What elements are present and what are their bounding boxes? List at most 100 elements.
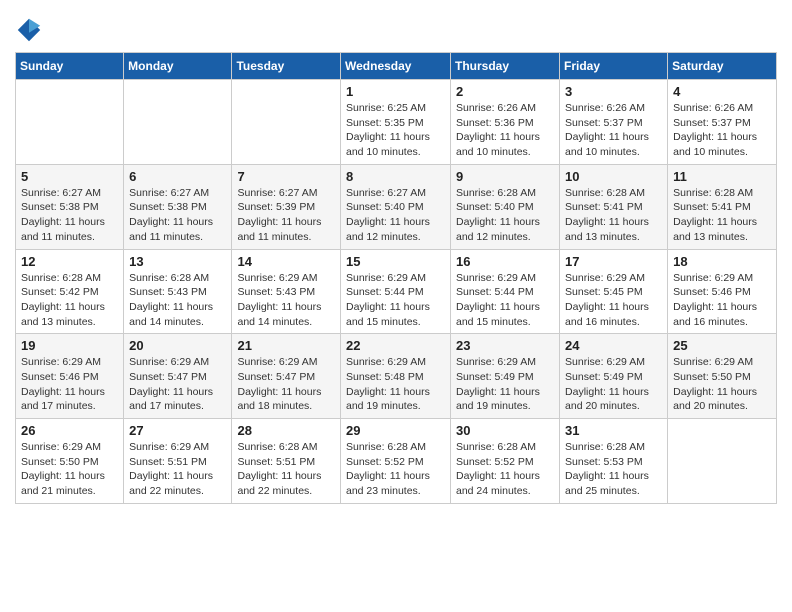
- day-number: 27: [129, 423, 226, 438]
- day-cell: 14Sunrise: 6:29 AMSunset: 5:43 PMDayligh…: [232, 249, 341, 334]
- day-info: Sunrise: 6:27 AMSunset: 5:38 PMDaylight:…: [129, 186, 226, 245]
- day-cell: 4 Sunrise: 6:26 AMSunset: 5:37 PMDaylight…: [668, 80, 777, 165]
- day-info: Sunrise: 6:29 AMSunset: 5:49 PMDaylight:…: [456, 355, 554, 414]
- day-info: Sunrise: 6:29 AMSunset: 5:50 PMDaylight:…: [673, 355, 771, 414]
- day-cell: 5Sunrise: 6:27 AMSunset: 5:38 PMDaylight…: [16, 164, 124, 249]
- day-cell: 13 Sunrise: 6:28 AMSunset: 5:43 PMDayligh…: [124, 249, 232, 334]
- day-cell: 9Sunrise: 6:28 AMSunset: 5:40 PMDaylight…: [451, 164, 560, 249]
- day-cell: [16, 80, 124, 165]
- day-info: Sunrise: 6:25 AMSunset: 5:35 PMDaylight:…: [346, 101, 445, 160]
- day-number: 26: [21, 423, 118, 438]
- day-info: Sunrise: 6:28 AMSunset: 5:41 PMDaylight:…: [565, 186, 662, 245]
- day-info: Sunrise: 6:29 AMSunset: 5:48 PMDaylight:…: [346, 355, 445, 414]
- day-number: 2: [456, 84, 554, 99]
- day-number: 31: [565, 423, 662, 438]
- day-number: 14: [237, 254, 335, 269]
- day-number: 29: [346, 423, 445, 438]
- day-cell: 25 Sunrise: 6:29 AMSunset: 5:50 PMDayligh…: [668, 334, 777, 419]
- day-cell: 17 Sunrise: 6:29 AMSunset: 5:45 PMDayligh…: [560, 249, 668, 334]
- header-day-sunday: Sunday: [16, 53, 124, 80]
- header-day-monday: Monday: [124, 53, 232, 80]
- calendar-header: SundayMondayTuesdayWednesdayThursdayFrid…: [16, 53, 777, 80]
- header-day-thursday: Thursday: [451, 53, 560, 80]
- day-number: 20: [129, 338, 226, 353]
- day-number: 23: [456, 338, 554, 353]
- day-number: 25: [673, 338, 771, 353]
- day-info: Sunrise: 6:26 AMSunset: 5:37 PMDaylight:…: [673, 101, 771, 160]
- day-info: Sunrise: 6:29 AMSunset: 5:49 PMDaylight:…: [565, 355, 662, 414]
- day-cell: 6Sunrise: 6:27 AMSunset: 5:38 PMDaylight…: [124, 164, 232, 249]
- header-day-saturday: Saturday: [668, 53, 777, 80]
- day-info: Sunrise: 6:28 AMSunset: 5:42 PMDaylight:…: [21, 271, 118, 330]
- logo: [15, 16, 47, 44]
- day-cell: 10 Sunrise: 6:28 AMSunset: 5:41 PMDayligh…: [560, 164, 668, 249]
- day-info: Sunrise: 6:26 AMSunset: 5:37 PMDaylight:…: [565, 101, 662, 160]
- day-number: 1: [346, 84, 445, 99]
- day-info: Sunrise: 6:28 AMSunset: 5:51 PMDaylight:…: [237, 440, 335, 499]
- day-number: 17: [565, 254, 662, 269]
- day-cell: 2 Sunrise: 6:26 AMSunset: 5:36 PMDaylight…: [451, 80, 560, 165]
- day-number: 10: [565, 169, 662, 184]
- day-cell: 22 Sunrise: 6:29 AMSunset: 5:48 PMDayligh…: [341, 334, 451, 419]
- day-cell: 31 Sunrise: 6:28 AMSunset: 5:53 PMDayligh…: [560, 419, 668, 504]
- day-number: 5: [21, 169, 118, 184]
- header-row: SundayMondayTuesdayWednesdayThursdayFrid…: [16, 53, 777, 80]
- day-number: 19: [21, 338, 118, 353]
- day-cell: 3 Sunrise: 6:26 AMSunset: 5:37 PMDaylight…: [560, 80, 668, 165]
- day-number: 8: [346, 169, 445, 184]
- day-info: Sunrise: 6:28 AMSunset: 5:43 PMDaylight:…: [129, 271, 226, 330]
- day-cell: 30 Sunrise: 6:28 AMSunset: 5:52 PMDayligh…: [451, 419, 560, 504]
- day-number: 16: [456, 254, 554, 269]
- week-row-1: 1 Sunrise: 6:25 AMSunset: 5:35 PMDaylight…: [16, 80, 777, 165]
- day-number: 30: [456, 423, 554, 438]
- day-info: Sunrise: 6:26 AMSunset: 5:36 PMDaylight:…: [456, 101, 554, 160]
- day-number: 28: [237, 423, 335, 438]
- day-cell: 11Sunrise: 6:28 AMSunset: 5:41 PMDayligh…: [668, 164, 777, 249]
- day-cell: [668, 419, 777, 504]
- day-number: 11: [673, 169, 771, 184]
- day-info: Sunrise: 6:29 AMSunset: 5:47 PMDaylight:…: [129, 355, 226, 414]
- day-number: 21: [237, 338, 335, 353]
- day-cell: 18 Sunrise: 6:29 AMSunset: 5:46 PMDayligh…: [668, 249, 777, 334]
- day-info: Sunrise: 6:28 AMSunset: 5:52 PMDaylight:…: [346, 440, 445, 499]
- day-cell: 29 Sunrise: 6:28 AMSunset: 5:52 PMDayligh…: [341, 419, 451, 504]
- week-row-4: 19 Sunrise: 6:29 AMSunset: 5:46 PMDayligh…: [16, 334, 777, 419]
- day-info: Sunrise: 6:27 AMSunset: 5:40 PMDaylight:…: [346, 186, 445, 245]
- day-number: 3: [565, 84, 662, 99]
- day-number: 4: [673, 84, 771, 99]
- day-number: 12: [21, 254, 118, 269]
- page-header: [15, 10, 777, 44]
- day-cell: 21Sunrise: 6:29 AMSunset: 5:47 PMDayligh…: [232, 334, 341, 419]
- day-number: 24: [565, 338, 662, 353]
- day-cell: 7Sunrise: 6:27 AMSunset: 5:39 PMDaylight…: [232, 164, 341, 249]
- day-cell: 16Sunrise: 6:29 AMSunset: 5:44 PMDayligh…: [451, 249, 560, 334]
- day-info: Sunrise: 6:29 AMSunset: 5:44 PMDaylight:…: [346, 271, 445, 330]
- calendar-body: 1 Sunrise: 6:25 AMSunset: 5:35 PMDaylight…: [16, 80, 777, 504]
- day-cell: [124, 80, 232, 165]
- day-cell: 15Sunrise: 6:29 AMSunset: 5:44 PMDayligh…: [341, 249, 451, 334]
- day-cell: 24 Sunrise: 6:29 AMSunset: 5:49 PMDayligh…: [560, 334, 668, 419]
- day-cell: 26Sunrise: 6:29 AMSunset: 5:50 PMDayligh…: [16, 419, 124, 504]
- day-info: Sunrise: 6:29 AMSunset: 5:46 PMDaylight:…: [673, 271, 771, 330]
- day-info: Sunrise: 6:28 AMSunset: 5:53 PMDaylight:…: [565, 440, 662, 499]
- day-info: Sunrise: 6:29 AMSunset: 5:46 PMDaylight:…: [21, 355, 118, 414]
- week-row-5: 26Sunrise: 6:29 AMSunset: 5:50 PMDayligh…: [16, 419, 777, 504]
- day-number: 22: [346, 338, 445, 353]
- day-cell: 12 Sunrise: 6:28 AMSunset: 5:42 PMDayligh…: [16, 249, 124, 334]
- day-info: Sunrise: 6:29 AMSunset: 5:45 PMDaylight:…: [565, 271, 662, 330]
- day-info: Sunrise: 6:29 AMSunset: 5:51 PMDaylight:…: [129, 440, 226, 499]
- week-row-2: 5 Sunrise: 6:27 AMSunset: 5:38 PMDaylight…: [16, 164, 777, 249]
- day-number: 18: [673, 254, 771, 269]
- day-number: 9: [456, 169, 554, 184]
- header-day-friday: Friday: [560, 53, 668, 80]
- week-row-3: 12 Sunrise: 6:28 AMSunset: 5:42 PMDayligh…: [16, 249, 777, 334]
- day-info: Sunrise: 6:27 AMSunset: 5:39 PMDaylight:…: [237, 186, 335, 245]
- day-number: 13: [129, 254, 226, 269]
- day-cell: 20 Sunrise: 6:29 AMSunset: 5:47 PMDayligh…: [124, 334, 232, 419]
- day-cell: 28 Sunrise: 6:28 AMSunset: 5:51 PMDayligh…: [232, 419, 341, 504]
- day-cell: 8 Sunrise: 6:27 AMSunset: 5:40 PMDaylight…: [341, 164, 451, 249]
- day-cell: 1 Sunrise: 6:25 AMSunset: 5:35 PMDaylight…: [341, 80, 451, 165]
- day-cell: 19 Sunrise: 6:29 AMSunset: 5:46 PMDayligh…: [16, 334, 124, 419]
- day-info: Sunrise: 6:28 AMSunset: 5:52 PMDaylight:…: [456, 440, 554, 499]
- calendar-table: SundayMondayTuesdayWednesdayThursdayFrid…: [15, 52, 777, 504]
